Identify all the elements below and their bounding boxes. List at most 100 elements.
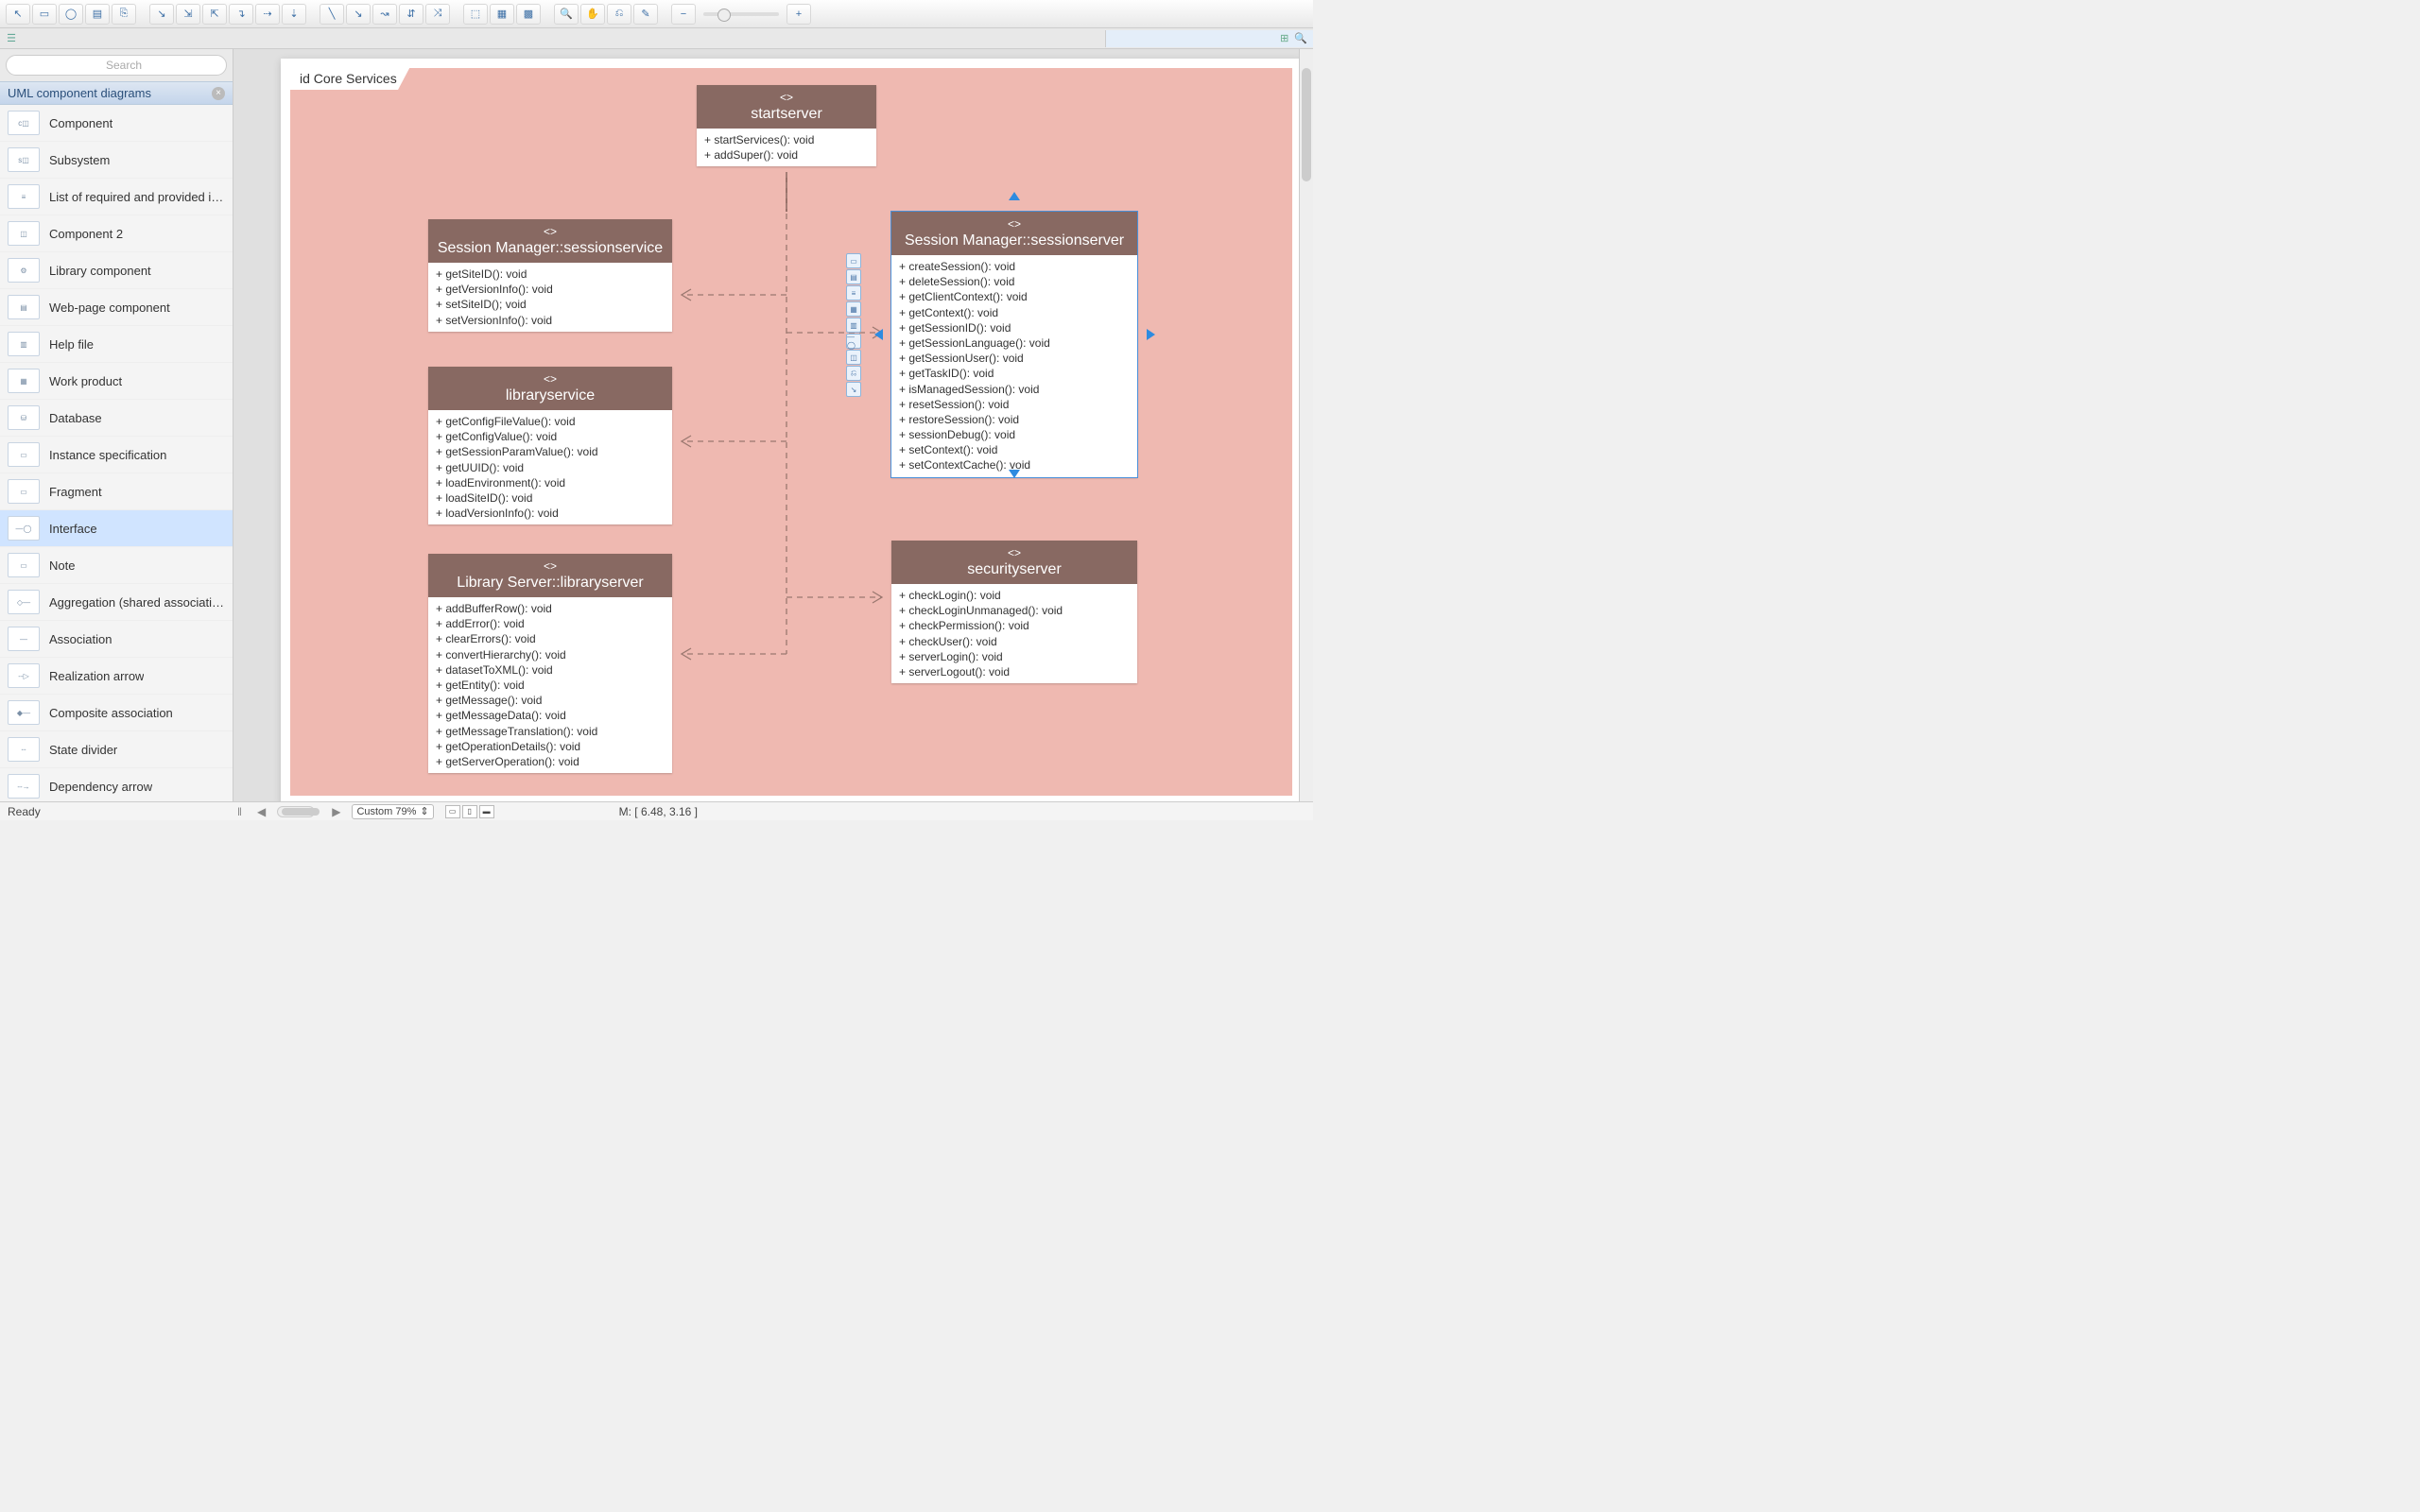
uml-box-libraryservice[interactable]: <>libraryservice+ getConfigFileValue(): … [428, 367, 672, 524]
mini-tool-5-icon[interactable]: ▥ [846, 318, 861, 333]
palette-item[interactable]: ◆—Composite association [0, 695, 233, 731]
resize-up-icon[interactable] [1009, 192, 1020, 200]
paper[interactable]: id Core Services [281, 59, 1302, 801]
palette-item[interactable]: —◯Interface [0, 510, 233, 547]
mini-tool-9-icon[interactable]: ↘ [846, 382, 861, 397]
connector-3-icon[interactable]: ⇱ [202, 4, 227, 25]
ellipse-shape-icon[interactable]: ◯ [59, 4, 83, 25]
view-1-icon[interactable]: ▭ [445, 805, 460, 818]
palette-item[interactable]: ▭Note [0, 547, 233, 584]
zoom-out-icon[interactable]: − [671, 4, 696, 25]
uml-box-body: + checkLogin(): void+ checkLoginUnmanage… [891, 584, 1137, 683]
uml-box-header: <>libraryservice [428, 367, 672, 410]
search-input[interactable] [6, 55, 227, 76]
line-1-icon[interactable]: ╲ [320, 4, 344, 25]
arrow-cursor-icon[interactable]: ↖ [6, 4, 30, 25]
uml-box-startserver[interactable]: <>startserver+ startServices(): void+ ad… [697, 85, 876, 166]
palette-item-icon: ▭ [8, 442, 40, 467]
palette-item[interactable]: —Association [0, 621, 233, 658]
palette-item-label: List of required and provided int... [49, 190, 225, 204]
palette-item[interactable]: s◫Subsystem [0, 142, 233, 179]
grid-view-icon[interactable]: ⊞ 🔍 [1105, 30, 1313, 47]
zoom-slider[interactable] [703, 12, 779, 16]
link-icon[interactable]: ⎘ [112, 4, 136, 25]
palette-item[interactable]: ≡List of required and provided int... [0, 179, 233, 215]
mini-tool-1-icon[interactable]: ▭ [846, 253, 861, 268]
mini-tool-3-icon[interactable]: ≡ [846, 285, 861, 301]
palette-item-label: Component [49, 116, 112, 130]
mini-tool-6-icon[interactable]: —◯ [846, 334, 861, 349]
uml-box-libraryserver[interactable]: <>Library Server::libraryserver+ addBuff… [428, 554, 672, 773]
zoom-tool-icon[interactable]: 🔍 [554, 4, 579, 25]
text-box-icon[interactable]: ▤ [85, 4, 110, 25]
status-ready: Ready [0, 805, 233, 818]
diagram-frame: id Core Services [290, 68, 1292, 796]
palette-item[interactable]: ▭Instance specification [0, 437, 233, 473]
palette-item-icon: ▭ [8, 553, 40, 577]
palette-item-label: Aggregation (shared association) [49, 595, 225, 610]
palette-item[interactable]: ▦Work product [0, 363, 233, 400]
view-2-icon[interactable]: ▯ [462, 805, 477, 818]
hscroll-pause-icon[interactable]: ‖ [233, 805, 246, 818]
rect-shape-icon[interactable]: ▭ [32, 4, 57, 25]
align-2-icon[interactable]: ▦ [490, 4, 514, 25]
palette-item-label: Composite association [49, 706, 173, 720]
search-view-icon[interactable]: 🔍 [1294, 32, 1307, 44]
line-3-icon[interactable]: ↝ [372, 4, 397, 25]
close-section-icon[interactable]: × [212, 87, 225, 100]
palette-item[interactable]: --▷Realization arrow [0, 658, 233, 695]
uml-box-securityserver[interactable]: <>securityserver+ checkLogin(): void+ ch… [891, 541, 1137, 683]
palette-item[interactable]: ◇—Aggregation (shared association) [0, 584, 233, 621]
view-3-icon[interactable]: ▬ [479, 805, 494, 818]
canvas-area[interactable]: id Core Services [233, 49, 1313, 801]
palette-item-icon: ▦ [8, 369, 40, 393]
connector-1-icon[interactable]: ↘ [149, 4, 174, 25]
align-1-icon[interactable]: ⬚ [463, 4, 488, 25]
line-4-icon[interactable]: ⇵ [399, 4, 424, 25]
palette-item-icon: ◫ [8, 221, 40, 246]
mini-tool-8-icon[interactable]: ⎌ [846, 366, 861, 381]
pan-tool-icon[interactable]: ✋ [580, 4, 605, 25]
thumbnail-view-icon[interactable]: ⊞ [1280, 32, 1288, 44]
palette-item[interactable]: c◫Component [0, 105, 233, 142]
palette-item[interactable]: ◫Component 2 [0, 215, 233, 252]
line-2-icon[interactable]: ↘ [346, 4, 371, 25]
connector-5-icon[interactable]: ⇢ [255, 4, 280, 25]
palette-item[interactable]: ▤Web-page component [0, 289, 233, 326]
uml-box-header: <>startserver [697, 85, 876, 129]
eyedrop-tool-icon[interactable]: ✎ [633, 4, 658, 25]
palette-item-label: Subsystem [49, 153, 110, 167]
mini-tool-2-icon[interactable]: ▤ [846, 269, 861, 284]
palette-item-icon: — [8, 627, 40, 651]
uml-box-sessionserver[interactable]: <>Session Manager::sessionserver+ create… [891, 212, 1137, 477]
palette-section-header[interactable]: UML component diagrams × [0, 81, 233, 105]
palette-item[interactable]: ┄State divider [0, 731, 233, 768]
palette-item[interactable]: ⛁Database [0, 400, 233, 437]
resize-right-icon[interactable] [1147, 329, 1155, 340]
zoom-in-icon[interactable]: + [786, 4, 811, 25]
palette-item[interactable]: ▭Fragment [0, 473, 233, 510]
vertical-scrollbar[interactable] [1299, 49, 1313, 801]
resize-left-icon[interactable] [874, 329, 883, 340]
align-3-icon[interactable]: ▩ [516, 4, 541, 25]
uml-box-sessionservice[interactable]: <>Session Manager::sessionservice+ getSi… [428, 219, 672, 332]
connector-6-icon[interactable]: ⇣ [282, 4, 306, 25]
hscroll-left-icon[interactable]: ◀ [257, 805, 266, 818]
palette-item-label: Realization arrow [49, 669, 144, 683]
palette-item[interactable]: ▥Help file [0, 326, 233, 363]
line-5-icon[interactable]: ⤨ [425, 4, 450, 25]
status-bar: Ready ‖ ◀ ▶ Custom 79% ⇕ ▭ ▯ ▬ M: [ 6.48… [0, 801, 1313, 820]
hscroll-right-icon[interactable]: ▶ [332, 805, 340, 818]
stamp-tool-icon[interactable]: ⎌ [607, 4, 631, 25]
palette-item[interactable]: --→Dependency arrow [0, 768, 233, 801]
palette-item[interactable]: ⚙Library component [0, 252, 233, 289]
connector-2-icon[interactable]: ⇲ [176, 4, 200, 25]
mini-tool-4-icon[interactable]: ▦ [846, 301, 861, 317]
connector-4-icon[interactable]: ↴ [229, 4, 253, 25]
resize-down-icon[interactable] [1009, 470, 1020, 478]
mini-tool-7-icon[interactable]: ◫ [846, 350, 861, 365]
zoom-select[interactable]: Custom 79% ⇕ [352, 804, 433, 819]
tree-view-icon[interactable]: ☰ [0, 30, 23, 47]
horizontal-scrollbar[interactable] [277, 806, 315, 817]
main-toolbar: ↖ ▭ ◯ ▤ ⎘ ↘ ⇲ ⇱ ↴ ⇢ ⇣ ╲ ↘ ↝ ⇵ ⤨ ⬚ ▦ ▩ 🔍 … [0, 0, 1313, 28]
